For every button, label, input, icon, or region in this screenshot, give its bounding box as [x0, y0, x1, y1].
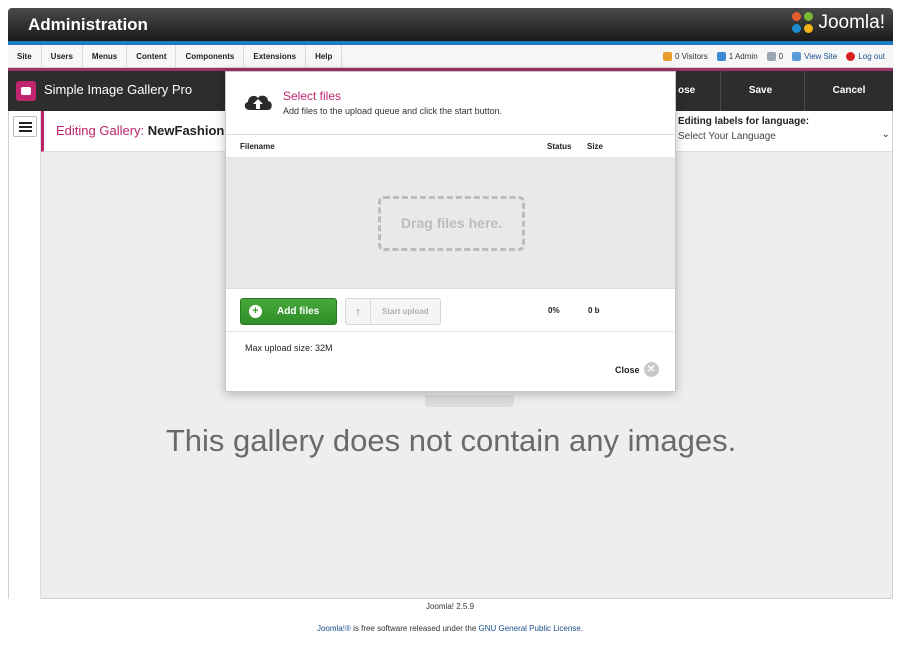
close-button[interactable]: ose: [676, 71, 716, 111]
admins-count: 1 Admin: [728, 52, 758, 61]
empty-gallery-message: This gallery does not contain any images…: [165, 423, 737, 458]
editing-label-text: Editing Gallery:: [56, 123, 145, 138]
logout-link[interactable]: Log out: [846, 52, 885, 61]
modal-close-button[interactable]: Close ✕: [615, 362, 659, 377]
footer-version: Joomla! 2.5.9: [425, 602, 475, 611]
view-site-link[interactable]: View Site: [792, 52, 837, 61]
logout-icon: [846, 52, 856, 61]
menu-extensions[interactable]: Extensions: [244, 45, 307, 68]
arrow-up-icon: ↑: [346, 299, 371, 324]
gallery-placeholder-image: [425, 395, 514, 407]
max-upload-size: Max upload size: 32M: [245, 343, 333, 353]
modal-close-label: Close: [615, 364, 640, 375]
joomla-logo-text: Joomla!: [818, 12, 885, 33]
visitors-status: 0 Visitors: [662, 52, 708, 61]
messages-status[interactable]: 0: [766, 52, 784, 61]
admin-header: Administration Joomla!: [8, 8, 893, 41]
language-label: Editing labels for language:: [678, 116, 810, 127]
hamburger-menu-icon[interactable]: [13, 116, 37, 137]
view-site-text[interactable]: View Site: [804, 52, 837, 61]
start-upload-label: Start upload: [382, 307, 429, 316]
joomla-link[interactable]: Joomla!®: [317, 624, 351, 633]
upload-actions: + Add files ↑ Start upload 0% 0 b: [226, 289, 675, 332]
menu-menus[interactable]: Menus: [83, 45, 128, 68]
gallery-name: NewFashion: [147, 123, 225, 138]
main-menubar: Site Users Menus Content Components Exte…: [8, 45, 893, 68]
admins-icon: [716, 52, 726, 61]
drag-files-hint: Drag files here.: [378, 196, 525, 251]
logout-text[interactable]: Log out: [858, 52, 885, 61]
file-list-header: Filename Status Size: [226, 135, 675, 158]
column-status: Status: [547, 142, 572, 151]
plus-icon: +: [249, 305, 262, 318]
license-end: .: [580, 624, 584, 633]
add-files-button[interactable]: + Add files: [240, 298, 337, 325]
modal-subtitle: Add files to the upload queue and click …: [283, 106, 503, 116]
admins-status: 1 Admin: [716, 52, 758, 61]
menu-users[interactable]: Users: [42, 45, 83, 68]
modal-title: Select files: [283, 89, 342, 103]
upload-modal: Select files Add files to the upload que…: [225, 71, 676, 392]
admin-title: Administration: [28, 15, 148, 34]
menu-components[interactable]: Components: [176, 45, 245, 68]
modal-header: Select files Add files to the upload que…: [226, 72, 675, 135]
start-upload-button[interactable]: ↑ Start upload: [345, 298, 441, 325]
menu-help[interactable]: Help: [306, 45, 343, 68]
joomla-logo[interactable]: Joomla!: [792, 12, 885, 34]
upload-total-size: 0 b: [588, 306, 600, 315]
close-icon: ✕: [643, 362, 659, 377]
status-area: 0 Visitors 1 Admin 0 View Site Log out: [662, 45, 885, 68]
messages-count: 0: [778, 52, 784, 61]
file-dropzone[interactable]: Drag files here.: [226, 158, 675, 289]
camera-icon: [16, 81, 36, 101]
upload-progress-percent: 0%: [548, 306, 560, 315]
column-size: Size: [587, 142, 604, 151]
menu-content[interactable]: Content: [127, 45, 177, 68]
language-select-value: Select Your Language: [678, 131, 776, 142]
editing-gallery-label: Editing Gallery: NewFashion (: [56, 123, 232, 138]
footer-license: Joomla!® is free software released under…: [0, 624, 900, 633]
visitors-icon: [662, 52, 672, 61]
save-button[interactable]: Save: [720, 71, 800, 111]
column-filename: Filename: [240, 142, 275, 151]
chevron-down-icon: ⌄: [881, 129, 890, 140]
cancel-button[interactable]: Cancel: [804, 71, 893, 111]
language-select[interactable]: Select Your Language ⌄: [678, 129, 890, 142]
joomla-logo-icon: [792, 12, 814, 34]
view-site-icon: [792, 52, 802, 61]
menu-site[interactable]: Site: [8, 45, 42, 68]
cloud-upload-icon: [244, 95, 272, 110]
license-text: is free software released under the: [350, 624, 479, 633]
messages-icon: [766, 52, 776, 61]
add-files-label: Add files: [277, 306, 320, 317]
gpl-link[interactable]: GNU General Public License: [479, 624, 581, 633]
left-sidebar: [9, 111, 41, 599]
visitors-count: 0 Visitors: [674, 52, 708, 61]
component-title: Simple Image Gallery Pro: [44, 82, 193, 97]
